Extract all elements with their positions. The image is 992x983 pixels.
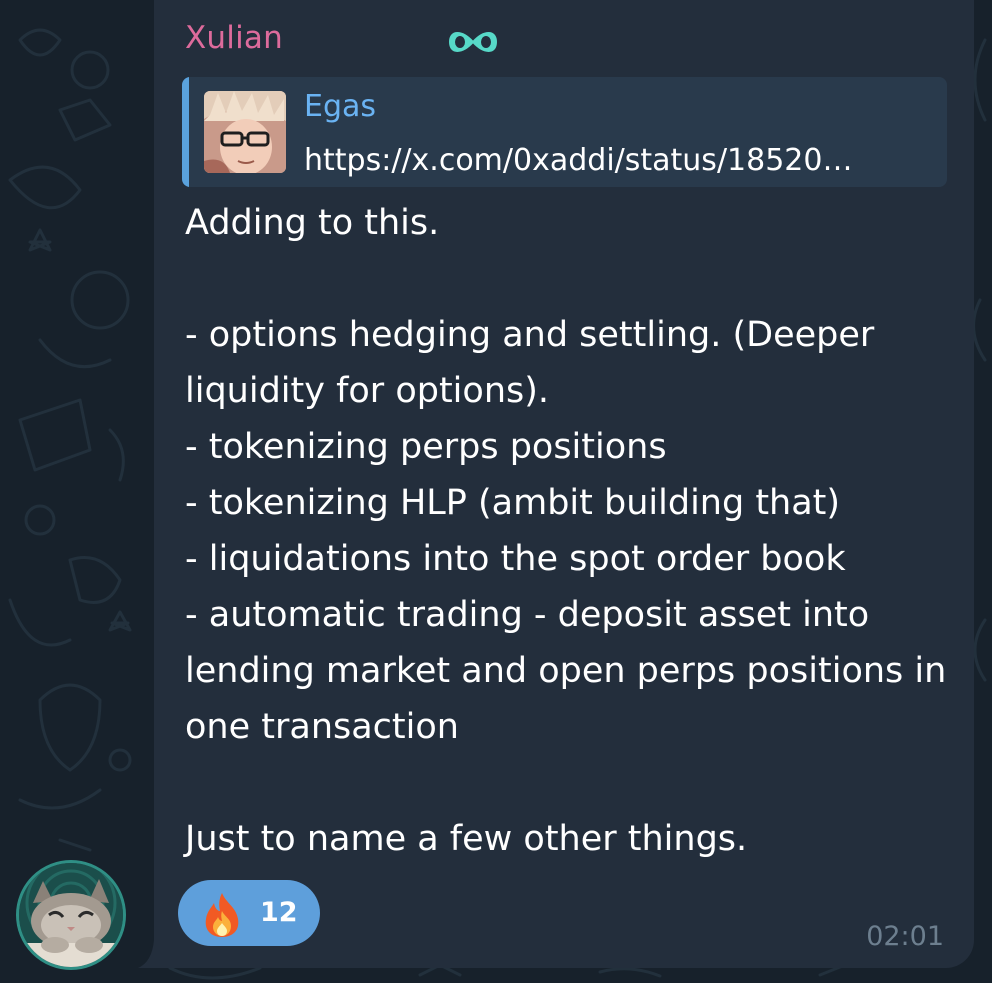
fire-emoji-icon bbox=[200, 891, 244, 937]
reply-accent-bar bbox=[182, 77, 189, 187]
message-bubble[interactable]: Xulian Egas https://x.com/0xaddi/status/… bbox=[154, 0, 974, 968]
message-timestamp: 02:01 bbox=[866, 921, 944, 952]
reaction-fire-button[interactable]: 12 bbox=[178, 880, 320, 946]
message-text: Adding to this. - options hedging and se… bbox=[185, 203, 947, 859]
reply-author-name: Egas bbox=[304, 89, 377, 124]
reply-link-text: https://x.com/0xaddi/status/18520… bbox=[304, 143, 853, 178]
sender-avatar[interactable] bbox=[16, 860, 126, 970]
reaction-count: 12 bbox=[260, 897, 298, 928]
reply-author-avatar bbox=[204, 91, 286, 173]
reply-preview[interactable]: Egas https://x.com/0xaddi/status/18520… bbox=[182, 77, 947, 187]
sender-name[interactable]: Xulian bbox=[185, 18, 283, 58]
infinity-badge-icon bbox=[446, 26, 500, 62]
